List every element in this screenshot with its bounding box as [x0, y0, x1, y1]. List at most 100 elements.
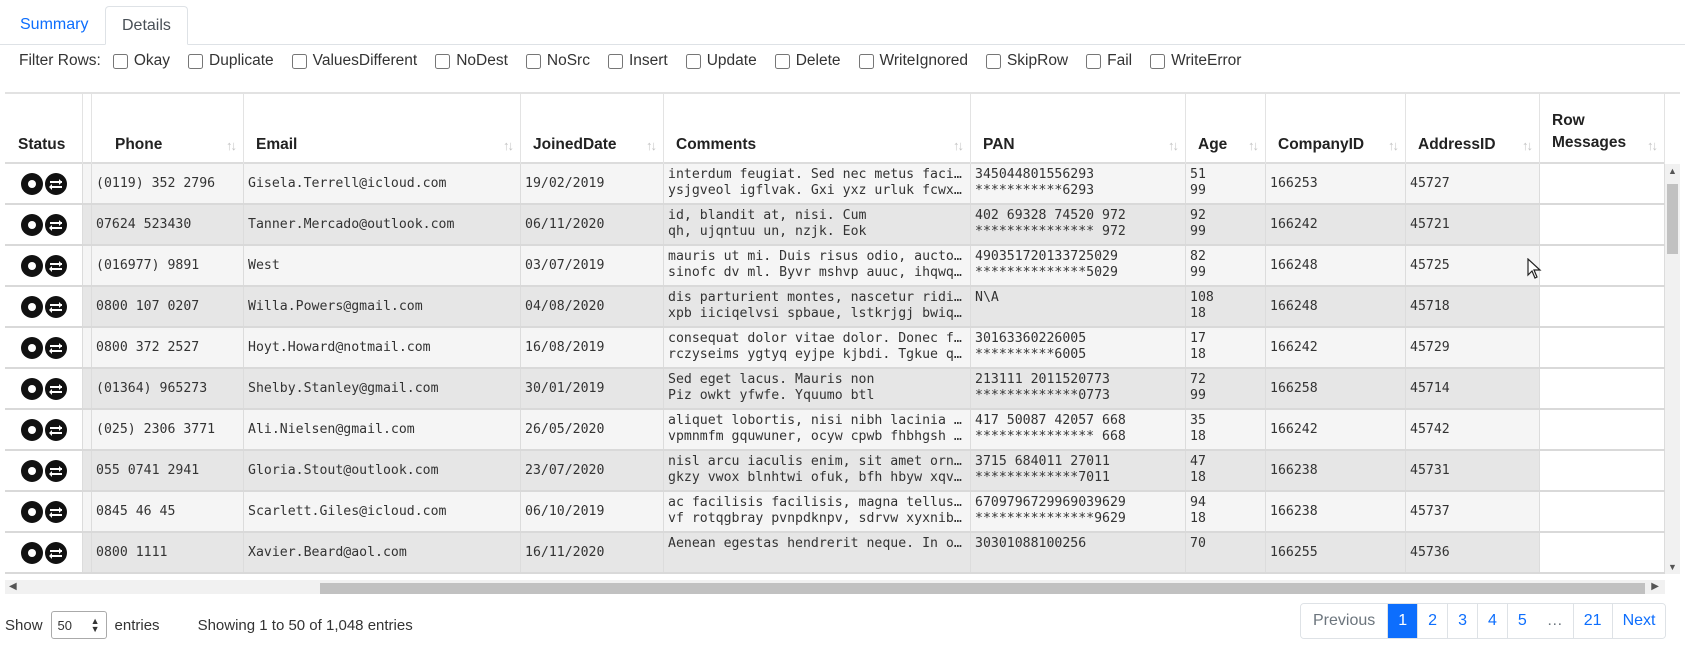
swap-icon[interactable] [44, 541, 67, 564]
filter-nosrc[interactable]: NoSrc [525, 52, 590, 70]
record-icon[interactable] [20, 377, 43, 400]
swap-icon[interactable] [44, 418, 67, 441]
filter-checkbox[interactable] [774, 53, 790, 69]
page-button-5[interactable]: 5 [1507, 604, 1537, 638]
filter-duplicate[interactable]: Duplicate [188, 52, 274, 70]
next-button[interactable]: Next [1612, 604, 1666, 638]
filter-delete[interactable]: Delete [774, 52, 841, 70]
col-header-label: Comments [676, 136, 757, 153]
tab-summary[interactable]: Summary [4, 6, 104, 45]
table-row[interactable]: 07624 523430 Tanner.Mercado@outlook.com 06… [5, 205, 1665, 246]
col-header-age[interactable]: Age ↑↓ [1186, 94, 1266, 164]
table-row[interactable]: (025) 2306 3771 Ali.Nielsen@gmail.com 26/0… [5, 410, 1665, 451]
vertical-scroll-thumb[interactable] [1667, 184, 1678, 254]
filter-update[interactable]: Update [685, 52, 757, 70]
address-cell: 45725 [1406, 246, 1540, 285]
email-cell: West [244, 246, 521, 285]
filter-checkbox[interactable] [525, 53, 541, 69]
col-header-joined-date[interactable]: JoinedDate ↑↓ [521, 94, 664, 164]
filter-valuesdifferent[interactable]: ValuesDifferent [291, 52, 417, 70]
filter-checkbox[interactable] [985, 53, 1001, 69]
swap-icon[interactable] [44, 254, 67, 277]
record-icon[interactable] [20, 172, 43, 195]
record-icon[interactable] [20, 459, 43, 482]
address-cell: 45727 [1406, 164, 1540, 203]
record-icon[interactable] [20, 500, 43, 523]
page-button-3[interactable]: 3 [1448, 604, 1478, 638]
comments-cell: interdum feugiat. Sed nec metus facilisi… [664, 164, 971, 203]
swap-icon[interactable] [44, 295, 67, 318]
table-row[interactable]: 0800 372 2527 Hoyt.Howard@notmail.com 16/0… [5, 328, 1665, 369]
company-cell: 166255 [1266, 533, 1406, 572]
filter-checkbox[interactable] [607, 53, 623, 69]
col-header-phone[interactable]: Phone ↑↓ [92, 94, 244, 164]
comments-line: interdum feugiat. Sed nec metus facilisi… [668, 167, 966, 182]
swap-icon[interactable] [44, 172, 67, 195]
col-header-company-id[interactable]: CompanyID ↑↓ [1266, 94, 1406, 164]
filter-insert[interactable]: Insert [607, 52, 668, 70]
swap-icon[interactable] [44, 336, 67, 359]
filter-fail[interactable]: Fail [1086, 52, 1132, 70]
col-header-comments[interactable]: Comments ↑↓ [664, 94, 971, 164]
record-icon[interactable] [20, 295, 43, 318]
swap-icon[interactable] [44, 459, 67, 482]
table-row[interactable]: (0119) 352 2796 Gisela.Terrell@icloud.com… [5, 164, 1665, 205]
filter-checkbox[interactable] [435, 53, 451, 69]
filter-checkbox[interactable] [112, 53, 128, 69]
record-icon[interactable] [20, 336, 43, 359]
table-row[interactable]: 0845 46 45 Scarlett.Giles@icloud.com 06/10… [5, 492, 1665, 533]
filter-okay[interactable]: Okay [112, 52, 170, 70]
page-size-select[interactable]: 50 ▲ ▼ [50, 611, 107, 639]
scroll-up-icon[interactable]: ▲ [1668, 166, 1677, 176]
table-row[interactable]: 0800 1111 Xavier.Beard@aol.com 16/11/2020 A… [5, 533, 1665, 574]
col-header-email[interactable]: Email ↑↓ [244, 94, 521, 164]
page-button-last[interactable]: 21 [1573, 604, 1613, 638]
horizontal-scrollbar[interactable]: ◀ ▶ [5, 580, 1665, 594]
filter-checkbox[interactable] [685, 53, 701, 69]
filter-skiprow[interactable]: SkipRow [985, 52, 1068, 70]
comments-line: aliquet lobortis, nisi nibh lacinia orci [668, 413, 966, 428]
tab-details[interactable]: Details [105, 6, 188, 45]
swap-icon[interactable] [44, 213, 67, 236]
pan-line: 213111 2011520773 [975, 372, 1110, 387]
previous-button[interactable]: Previous [1301, 604, 1389, 638]
age-line: 99 [1190, 265, 1206, 280]
swap-icon[interactable] [44, 500, 67, 523]
phone-cell: 0800 1111 [92, 533, 244, 572]
filter-checkbox[interactable] [188, 53, 204, 69]
table-row[interactable]: (016977) 9891 West 03/07/2019 mauris ut mi.… [5, 246, 1665, 287]
record-icon[interactable] [20, 541, 43, 564]
scroll-right-icon[interactable]: ▶ [1651, 581, 1659, 592]
record-icon[interactable] [20, 213, 43, 236]
filter-checkbox[interactable] [1150, 53, 1166, 69]
scroll-down-icon[interactable]: ▼ [1668, 562, 1677, 572]
comments-line: id, blandit at, nisi. Cum [668, 208, 867, 223]
scroll-left-icon[interactable]: ◀ [9, 581, 17, 592]
filter-writeerror[interactable]: WriteError [1150, 52, 1241, 70]
filter-checkbox[interactable] [291, 53, 307, 69]
page-button-4[interactable]: 4 [1477, 604, 1508, 638]
record-icon[interactable] [20, 254, 43, 277]
filter-nodest[interactable]: NoDest [435, 52, 508, 70]
horizontal-scroll-thumb[interactable] [320, 583, 1645, 594]
col-header-row-messages[interactable]: Row Messages ↑↓ [1540, 94, 1665, 164]
grid-body[interactable]: (0119) 352 2796 Gisela.Terrell@icloud.com… [5, 164, 1665, 574]
filter-checkbox[interactable] [858, 53, 874, 69]
record-icon[interactable] [20, 418, 43, 441]
vertical-scrollbar[interactable]: ▲ ▼ [1665, 164, 1680, 574]
col-header-address-id[interactable]: AddressID ↑↓ [1406, 94, 1540, 164]
status-cell [5, 328, 83, 367]
table-row[interactable]: 055 0741 2941 Gloria.Stout@outlook.com 23/… [5, 451, 1665, 492]
email-cell: Willa.Powers@gmail.com [244, 287, 521, 326]
swap-icon[interactable] [44, 377, 67, 400]
page-button-2[interactable]: 2 [1418, 604, 1449, 638]
table-row[interactable]: (01364) 965273 Shelby.Stanley@gmail.com 30… [5, 369, 1665, 410]
age-cell: 70 [1186, 533, 1266, 572]
col-header-status[interactable]: Status [5, 94, 83, 164]
col-header-pan[interactable]: PAN ↑↓ [971, 94, 1186, 164]
table-row[interactable]: 0800 107 0207 Willa.Powers@gmail.com 04/08… [5, 287, 1665, 328]
filter-checkbox[interactable] [1086, 53, 1102, 69]
page-button-1[interactable]: 1 [1388, 604, 1419, 638]
stepper-icon: ▲ ▼ [90, 616, 100, 634]
filter-writeignored[interactable]: WriteIgnored [858, 52, 968, 70]
